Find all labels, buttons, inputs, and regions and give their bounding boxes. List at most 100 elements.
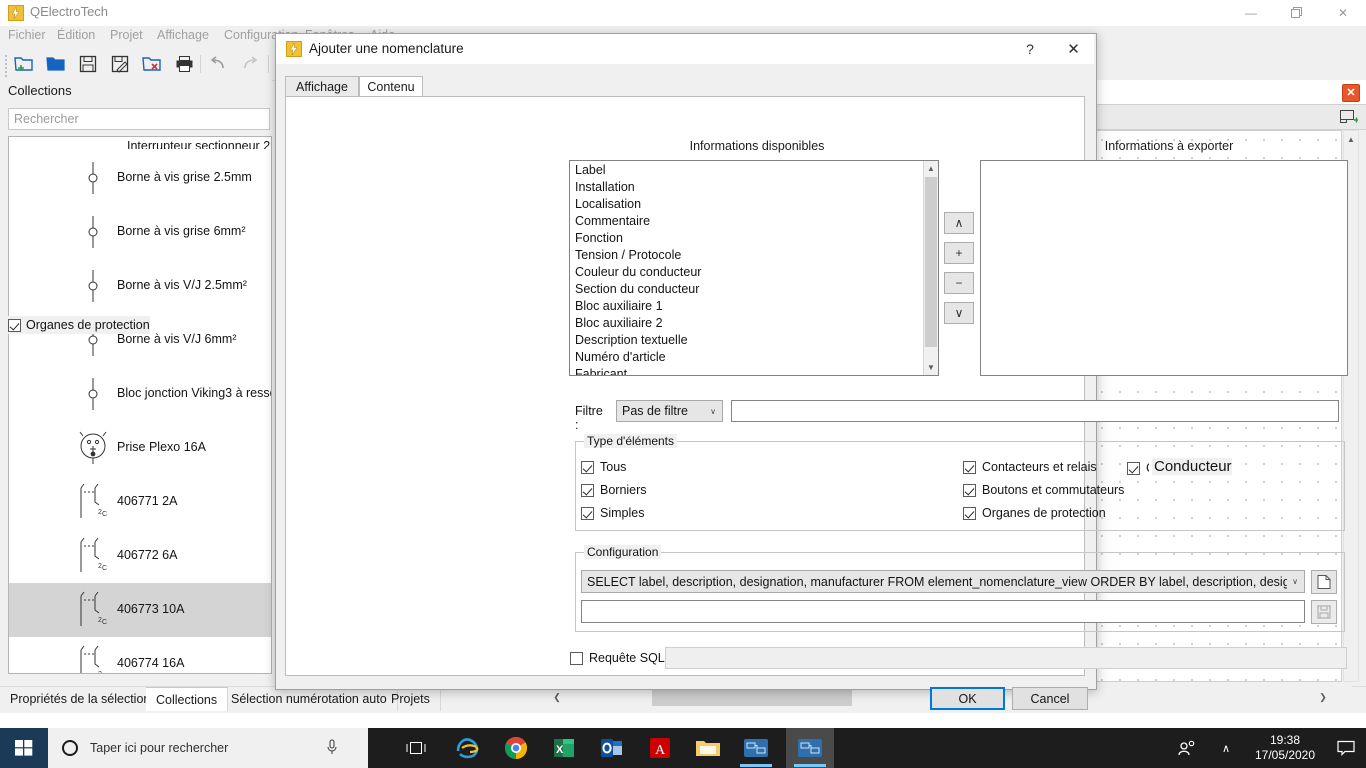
list-item[interactable]: Description textuelle — [570, 332, 938, 349]
scroll-right-arrow[interactable]: ❯ — [1314, 688, 1332, 706]
taskbar-app-internet-explorer[interactable] — [444, 728, 492, 768]
checkbox-simples[interactable]: Simples — [581, 505, 644, 521]
checkbox-conducteur-clipped[interactable]: C — [1127, 460, 1149, 476]
open-project-button[interactable] — [44, 52, 68, 76]
save-as-button[interactable] — [108, 52, 132, 76]
list-item[interactable]: Bloc auxiliaire 2 — [570, 315, 938, 332]
taskbar-app-outlook[interactable] — [588, 728, 636, 768]
scroll-thumb[interactable] — [652, 688, 852, 706]
taskbar-app-excel[interactable]: X — [540, 728, 588, 768]
search-taskbar-input[interactable]: Taper ici pour rechercher — [48, 728, 368, 768]
configuration-name-input[interactable] — [581, 600, 1305, 623]
list-item[interactable]: Localisation — [570, 196, 938, 213]
microphone-icon[interactable] — [326, 739, 338, 758]
taskbar-app-qelectrotech-2[interactable] — [786, 728, 834, 768]
cancel-button[interactable]: Cancel — [1012, 687, 1088, 710]
taskbar-app-acrobat-reader[interactable]: A — [636, 728, 684, 768]
ok-button[interactable]: OK — [930, 687, 1005, 710]
list-item[interactable]: Commentaire — [570, 213, 938, 230]
list-item[interactable]: Bloc jonction Viking3 à ressort - 2 j — [9, 367, 272, 421]
ghost-checkbox-organes-de-protection[interactable]: Organes de protection — [8, 316, 150, 334]
menu-affichage[interactable]: Affichage — [157, 28, 209, 42]
taskbar-app-qelectrotech-1[interactable] — [732, 728, 780, 768]
search-input[interactable]: Rechercher — [8, 108, 270, 130]
list-item[interactable]: Borne à vis V/J 2.5mm² — [9, 259, 272, 313]
scroll-left-arrow[interactable]: ❮ — [548, 688, 566, 706]
undo-button[interactable] — [206, 52, 230, 76]
list-item[interactable]: Label — [570, 162, 938, 179]
remove-button[interactable]: − — [944, 272, 974, 294]
move-up-button[interactable]: ∧ — [944, 212, 974, 234]
move-down-button[interactable]: ∨ — [944, 302, 974, 324]
checkbox-conducteur[interactable]: C — [1127, 460, 1149, 476]
available-list-scrollbar[interactable]: ▲ ▼ — [923, 161, 938, 375]
list-item[interactable]: Fonction — [570, 230, 938, 247]
add-button[interactable]: + — [944, 242, 974, 264]
print-button[interactable] — [172, 52, 196, 76]
notification-center-button[interactable] — [1326, 728, 1366, 768]
open-configuration-button[interactable] — [1311, 570, 1337, 594]
tab-contenu[interactable]: Contenu — [359, 76, 423, 98]
tab-selection-numerotation[interactable]: Sélection numérotation auto — [221, 687, 398, 711]
list-item[interactable]: Couleur du conducteur — [570, 264, 938, 281]
checkbox-organes-de-protection[interactable]: Organes de protection — [963, 505, 1106, 521]
checkbox-boutons-et-commutateurs[interactable]: Boutons et commutateurs — [963, 482, 1124, 498]
list-item[interactable]: Section du conducteur — [570, 281, 938, 298]
collections-list[interactable]: Interrupteur sectionneur 2... Borne à vi… — [8, 136, 272, 674]
tab-projets[interactable]: Projets — [381, 687, 441, 711]
exported-information-list[interactable] — [980, 160, 1348, 376]
add-diagram-icon[interactable] — [1340, 109, 1358, 125]
clock-area[interactable]: 19:38 17/05/2020 — [1244, 728, 1326, 768]
query-select[interactable]: SELECT label, description, designation, … — [581, 570, 1305, 593]
checkbox-contacteurs-et-relais[interactable]: Contacteurs et relais — [963, 459, 1097, 475]
minimize-button[interactable]: — — [1228, 0, 1274, 26]
start-button[interactable] — [0, 728, 48, 768]
list-item[interactable]: 2C406774 16A — [9, 637, 272, 674]
redo-button[interactable] — [238, 52, 262, 76]
new-project-button[interactable] — [12, 52, 36, 76]
save-configuration-button[interactable] — [1311, 600, 1337, 624]
help-button[interactable]: ? — [1007, 34, 1053, 64]
menu-fichier[interactable]: Fichier — [8, 28, 46, 42]
list-item[interactable]: 2C406773 10A — [9, 583, 272, 637]
mdi-child-titlebar: ✕ — [1092, 80, 1366, 105]
list-item[interactable]: Installation — [570, 179, 938, 196]
menu-projet[interactable]: Projet — [110, 28, 143, 42]
taskbar-app-file-explorer[interactable] — [684, 728, 732, 768]
sql-input[interactable] — [665, 647, 1347, 669]
checkbox-requete-sql[interactable]: Requête SQL : — [570, 650, 671, 666]
scroll-down-arrow[interactable]: ▼ — [924, 360, 938, 375]
filter-select[interactable]: Pas de filtre ∨ — [616, 400, 723, 422]
list-item[interactable]: Borne à vis grise 6mm² — [9, 205, 272, 259]
list-item[interactable]: Numéro d'article — [570, 349, 938, 366]
list-item[interactable]: Borne à vis grise 2.5mm — [9, 151, 272, 205]
list-item[interactable]: Bloc auxiliaire 1 — [570, 298, 938, 315]
list-item[interactable]: 2C406771 2A — [9, 475, 272, 529]
menu-edition[interactable]: Édition — [57, 28, 95, 42]
task-view-button[interactable] — [392, 728, 440, 768]
show-hidden-icons-button[interactable]: ∧ — [1208, 728, 1244, 768]
toolbar-grip[interactable] — [4, 53, 9, 75]
list-item[interactable]: Fabricant — [570, 366, 938, 376]
close-project-button[interactable] — [140, 52, 164, 76]
dialog-close-button[interactable]: ✕ — [1053, 34, 1094, 64]
list-item[interactable]: Prise Plexo 16A — [9, 421, 272, 475]
checkbox-tous[interactable]: Tous — [581, 459, 626, 475]
scroll-up-arrow[interactable]: ▲ — [924, 161, 938, 176]
list-item[interactable]: Tension / Protocole — [570, 247, 938, 264]
maximize-button[interactable] — [1274, 0, 1320, 26]
checkbox-borniers[interactable]: Borniers — [581, 482, 647, 498]
scroll-thumb[interactable] — [925, 177, 937, 347]
close-button[interactable]: ✕ — [1320, 0, 1366, 26]
tab-affichage[interactable]: Affichage — [285, 76, 359, 97]
filter-input[interactable] — [731, 400, 1339, 422]
available-information-list[interactable]: LabelInstallationLocalisationCommentaire… — [569, 160, 939, 376]
taskbar-app-google-chrome[interactable] — [492, 728, 540, 768]
list-item[interactable]: 2C406772 6A — [9, 529, 272, 583]
list-item-clipped[interactable]: Interrupteur sectionneur 2... — [9, 136, 272, 149]
save-button[interactable] — [76, 52, 100, 76]
tab-collections[interactable]: Collections — [146, 687, 228, 711]
tab-proprietes-selection[interactable]: Propriétés de la sélection — [0, 687, 161, 711]
people-button[interactable] — [1166, 728, 1208, 768]
close-tab-icon[interactable]: ✕ — [1342, 84, 1360, 102]
